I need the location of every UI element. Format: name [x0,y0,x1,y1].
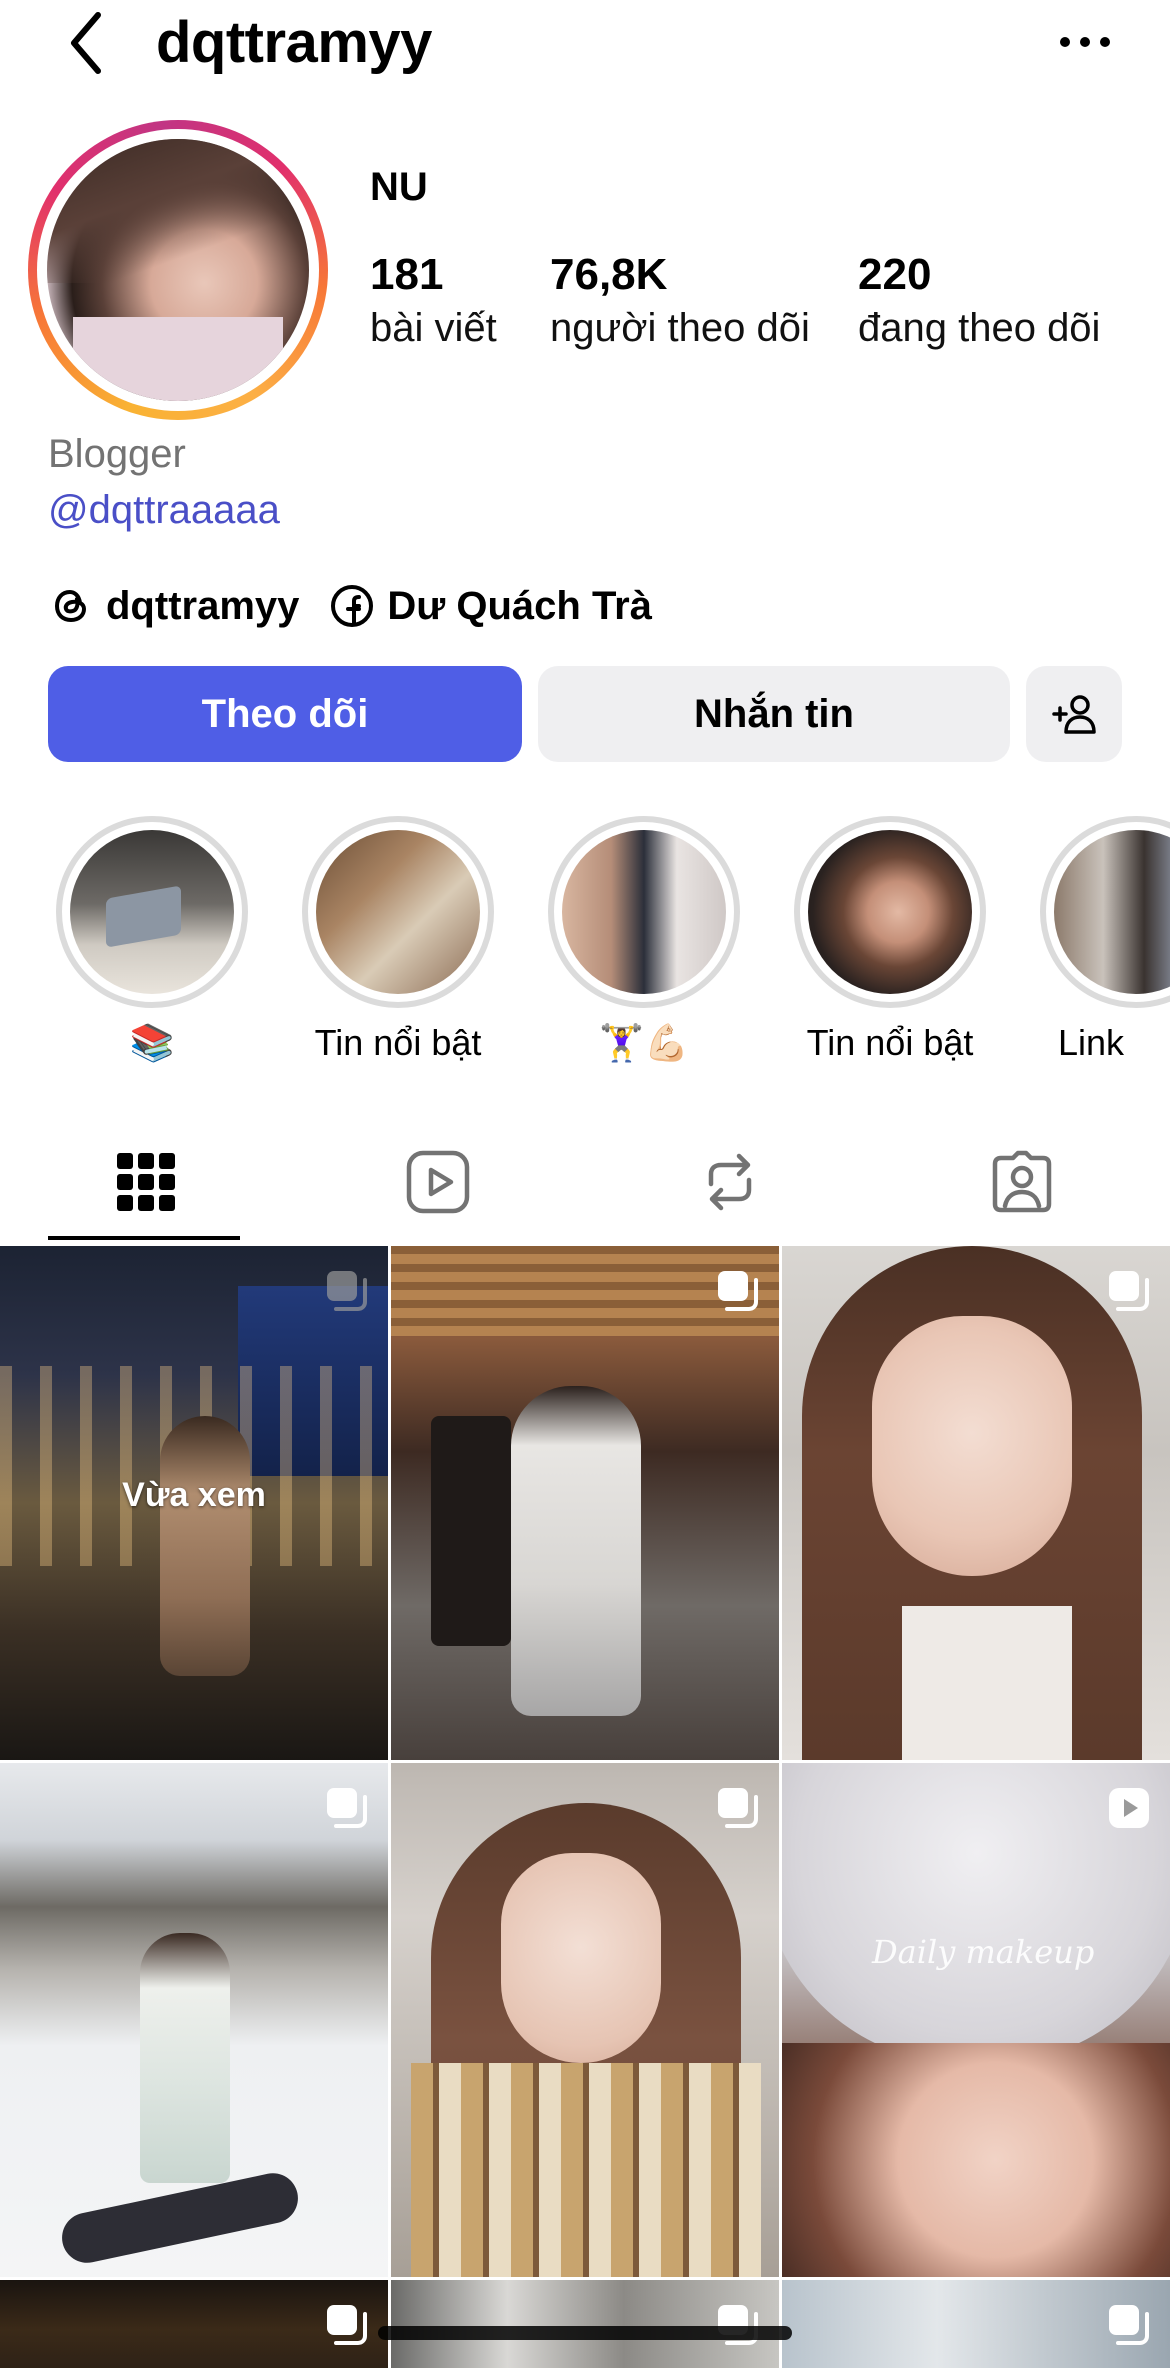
post-thumbnail[interactable] [0,2280,388,2368]
highlight-cover [562,830,726,994]
highlight-cover [316,830,480,994]
avatar [47,139,309,401]
message-button[interactable]: Nhắn tin [538,666,1010,762]
story-highlight[interactable]: Tin nổi bật [794,816,986,1064]
repost-icon [708,1153,752,1211]
grid-icon [117,1153,175,1211]
tab-reels[interactable] [292,1120,584,1244]
story-highlight[interactable]: 📚 [56,816,248,1064]
profile-category: Blogger [48,432,186,476]
more-options-button[interactable] [1050,16,1120,68]
bio-mention-link[interactable]: @dqttraaaaa [48,488,280,533]
reel-icon [1109,1788,1149,1828]
profile-username: dqttramyy [156,10,432,75]
back-button[interactable] [56,8,116,78]
tagged-icon [992,1150,1052,1213]
carousel-icon [1109,1271,1149,1311]
post-thumbnail[interactable]: Vừa xem [0,1246,388,1760]
followers-label: người theo dõi [550,306,810,350]
add-user-icon [1052,695,1096,734]
posts-label: bài viết [370,306,497,350]
reels-icon [406,1150,470,1214]
post-thumbnail[interactable] [391,2280,779,2368]
carousel-icon [327,2305,367,2345]
highlight-label: 📚 [129,1022,175,1063]
threads-link-label: dqttramyy [106,583,300,628]
followers-count: 76,8K [550,250,668,299]
followers-stat[interactable]: 76,8K người theo dõi [550,248,810,354]
highlight-cover [808,830,972,994]
highlight-cover [70,830,234,994]
post-thumbnail[interactable] [782,1246,1170,1760]
recently-viewed-label: Vừa xem [122,1476,266,1514]
highlight-cover [1054,830,1170,994]
threads-link[interactable]: dqttramyy [48,583,299,629]
active-tab-indicator [48,1236,240,1240]
follow-button[interactable]: Theo dõi [48,666,522,762]
post-thumbnail[interactable]: Daily makeup [782,1763,1170,2277]
story-highlight[interactable]: 🏋️‍♀️💪🏻 [548,816,740,1064]
carousel-icon [718,2305,758,2345]
post-thumbnail[interactable] [391,1763,779,2277]
tab-tagged[interactable] [876,1120,1168,1244]
home-indicator [378,2326,792,2340]
highlight-label: 🏋️‍♀️💪🏻 [599,1022,689,1063]
profile-links: dqttramyy Dư Quách Trà [48,574,682,638]
post-thumbnail[interactable] [782,2280,1170,2368]
profile-tabs [0,1120,1170,1244]
more-horizontal-icon [1060,37,1110,47]
post-thumbnail[interactable] [391,1246,779,1760]
tab-reposts[interactable] [584,1120,876,1244]
following-label: đang theo dõi [858,306,1101,350]
carousel-icon [1109,2305,1149,2345]
story-highlight[interactable]: Tin nổi bật [302,816,494,1064]
highlight-label: Link [1058,1022,1125,1063]
following-count: 220 [858,250,932,299]
facebook-link-label: Dư Quách Trà [387,583,652,628]
post-thumbnail[interactable] [0,1763,388,2277]
post-watermark: Daily makeup [872,1933,1095,1971]
threads-icon [48,583,94,629]
facebook-link[interactable]: Dư Quách Trà [329,583,652,629]
display-name: NU [370,165,428,209]
posts-stat: 181 bài viết [370,248,497,354]
story-highlight[interactable]: Link [1040,816,1170,1064]
avatar-story-ring[interactable] [28,120,328,420]
highlight-label: Tin nổi bật [314,1022,482,1063]
carousel-icon [327,1788,367,1828]
highlight-label: Tin nổi bật [806,1022,974,1063]
tab-grid[interactable] [0,1120,292,1244]
facebook-icon [329,583,375,629]
suggest-users-button[interactable] [1026,666,1122,762]
carousel-icon [327,1271,367,1311]
carousel-icon [718,1788,758,1828]
following-stat[interactable]: 220 đang theo dõi [858,248,1100,354]
posts-count: 181 [370,250,444,299]
top-bar: dqttramyy [0,0,1170,90]
chevron-left-icon [71,12,101,74]
carousel-icon [718,1271,758,1311]
